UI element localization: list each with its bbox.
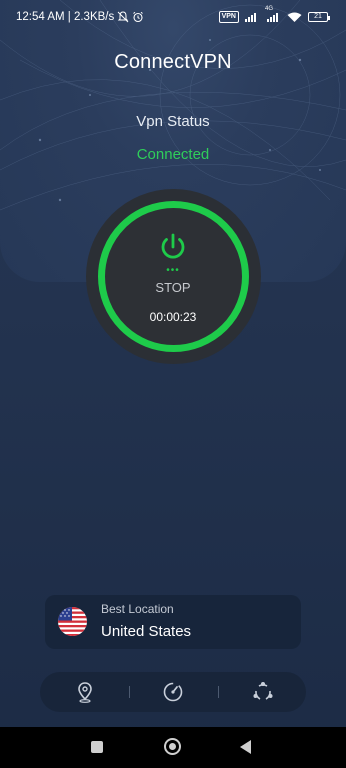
us-flag-icon — [58, 607, 87, 636]
alarm-icon — [133, 11, 144, 23]
vpn-status-value: Connected — [136, 146, 210, 163]
power-button[interactable] — [98, 201, 249, 352]
status-bar: 12:54 AM | 2.3KB/s VPN 4G 21 — [0, 0, 346, 34]
app-title: ConnectVPN — [114, 51, 232, 73]
share-icon[interactable] — [251, 680, 275, 704]
stop-label[interactable]: STOP — [0, 280, 346, 295]
vpn-status-chip: VPN — [218, 11, 239, 23]
battery-icon: 21 — [308, 12, 330, 22]
location-country: United States — [101, 623, 192, 640]
nav-separator — [218, 686, 219, 698]
back-icon[interactable] — [240, 740, 251, 754]
mute-notification-icon — [117, 11, 129, 23]
location-label: Best Location — [101, 602, 174, 616]
signal-icon — [245, 13, 256, 22]
bottom-nav — [40, 672, 306, 712]
connection-timer: 00:00:23 — [149, 310, 197, 324]
nav-separator — [129, 686, 130, 698]
recents-icon[interactable] — [91, 741, 103, 753]
power-icon[interactable] — [158, 232, 188, 262]
status-time-speed: 12:54 AM | 2.3KB/s — [16, 11, 115, 23]
vpn-status-label: Vpn Status — [136, 113, 210, 130]
wifi-icon — [287, 12, 302, 22]
power-dots: ••• — [166, 265, 180, 276]
location-pin-icon[interactable] — [73, 680, 97, 704]
home-icon[interactable] — [164, 738, 181, 755]
location-card[interactable]: Best Location United States — [45, 595, 301, 649]
speed-icon[interactable] — [161, 680, 185, 704]
signal-icon-2 — [267, 13, 278, 22]
battery-level: 21 — [314, 13, 322, 20]
android-navigation-bar — [0, 727, 346, 768]
